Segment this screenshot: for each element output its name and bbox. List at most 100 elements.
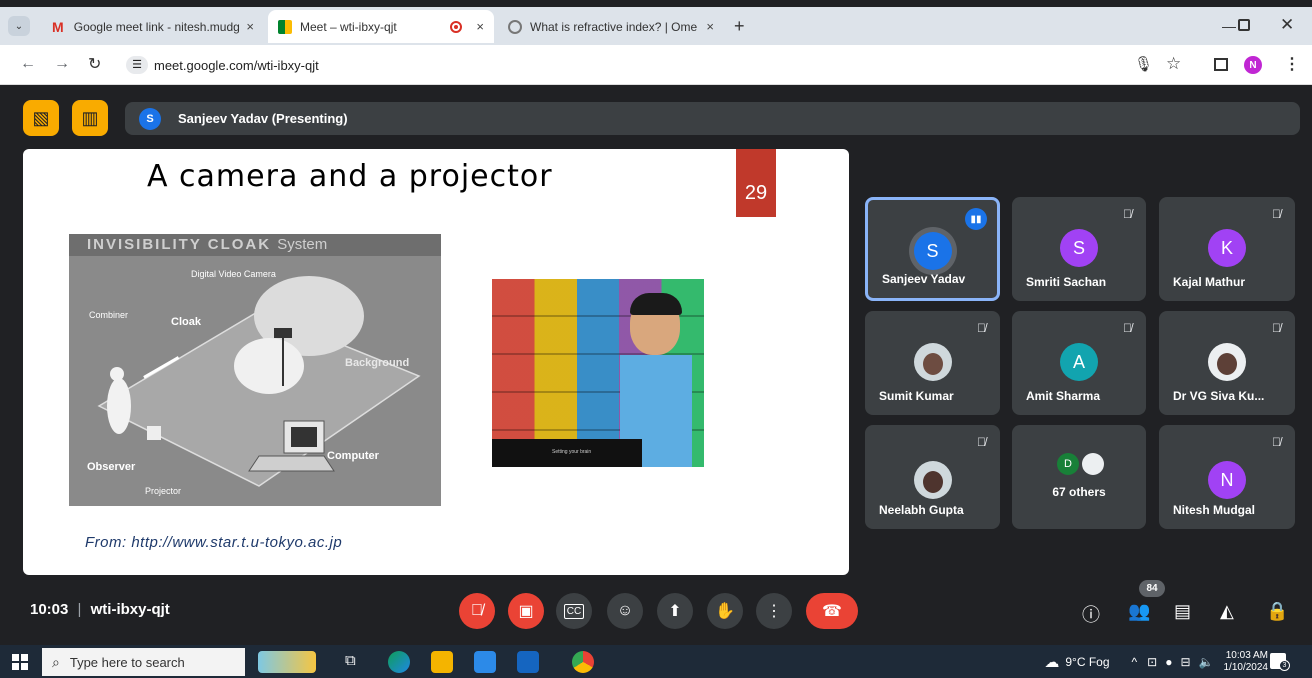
close-tab-icon[interactable]: × xyxy=(246,19,254,34)
restore-icon[interactable] xyxy=(1238,19,1250,31)
notification-icon[interactable]: 3 xyxy=(1270,653,1290,671)
tab-google-meet-link[interactable]: M Google meet link - nitesh.mudg × xyxy=(42,10,264,43)
omega-site-icon xyxy=(508,19,522,34)
close-tab-icon[interactable]: × xyxy=(706,19,714,34)
participant-tile[interactable]: 🎙̸ N Nitesh Mudgal xyxy=(1159,425,1295,529)
profile-avatar[interactable]: N xyxy=(1244,56,1262,74)
bookmark-star-icon[interactable]: ☆ xyxy=(1166,54,1181,74)
hide-presentation-icon[interactable]: ▧ xyxy=(23,100,59,136)
participant-tile[interactable]: ▮▮ S Sanjeev Yadav xyxy=(865,197,1000,301)
back-icon[interactable]: ← xyxy=(20,55,36,73)
participant-name: Amit Sharma xyxy=(1026,389,1101,403)
participant-tile[interactable]: 🎙̸ Sumit Kumar xyxy=(865,311,1000,415)
file-explorer-icon[interactable] xyxy=(431,651,453,673)
mic-off-icon: 🎙̸ xyxy=(1123,207,1132,221)
avatar-photo xyxy=(1082,453,1104,475)
microphone-icon[interactable]: 🎙 xyxy=(1134,55,1153,73)
invisibility-cloak-diagram: INVISIBILITY CLOAK System Digital Video … xyxy=(69,234,441,506)
avatar: N xyxy=(1208,461,1246,499)
more-options-button[interactable]: ⋮ xyxy=(756,593,792,629)
reload-icon[interactable]: ↻ xyxy=(88,54,101,74)
mail-icon[interactable] xyxy=(517,651,539,673)
participant-tile[interactable]: 🎙̸ Neelabh Gupta xyxy=(865,425,1000,529)
mic-toggle-button[interactable]: 🎙̸ xyxy=(459,593,495,629)
meeting-details-icon[interactable]: ⓘ xyxy=(1082,601,1100,627)
tab-meet[interactable]: Meet – wti-ibxy-qjt × xyxy=(268,10,494,43)
activities-icon[interactable]: ◭ xyxy=(1220,601,1234,622)
participant-tile[interactable]: 🎙̸ Dr VG Siva Ku... xyxy=(1159,311,1295,415)
side-panel-icon[interactable] xyxy=(1214,58,1228,71)
tab-search-button[interactable]: ⌄ xyxy=(8,16,30,36)
separator: | xyxy=(77,601,82,618)
avatar-photo xyxy=(913,343,952,381)
photo-caption: Setting your brain xyxy=(552,449,592,455)
search-placeholder: Type here to search xyxy=(69,654,185,670)
windows-start-icon[interactable] xyxy=(12,654,28,670)
minimize-icon[interactable]: — xyxy=(1222,18,1236,34)
store-icon[interactable] xyxy=(474,651,496,673)
presenter-label: Sanjeev Yadav (Presenting) xyxy=(178,111,348,126)
present-button[interactable]: ⬆ xyxy=(657,593,693,629)
layout-icon[interactable]: ▥ xyxy=(72,100,108,136)
others-tile[interactable]: D 67 others xyxy=(1012,425,1146,529)
host-controls-icon[interactable]: 🔒 xyxy=(1266,601,1288,622)
captions-icon: CC xyxy=(563,603,585,619)
tab-title: What is refractive index? | Ome xyxy=(530,19,698,34)
people-icon[interactable]: 👥 xyxy=(1128,601,1150,622)
hand-icon: ✋ xyxy=(715,603,735,620)
more-vert-icon: ⋮ xyxy=(766,603,782,620)
meeting-time: 10:03 xyxy=(30,601,69,618)
taskbar-search-input[interactable]: ⌕ Type here to search xyxy=(42,648,245,676)
captions-button[interactable]: CC xyxy=(556,593,592,629)
close-window-icon[interactable]: ✕ xyxy=(1280,15,1294,35)
reactions-button[interactable]: ☺ xyxy=(607,593,643,629)
volume-icon[interactable]: 🔈 xyxy=(1199,655,1214,669)
url-text: meet.google.com/wti-ibxy-qjt xyxy=(154,58,319,73)
meeting-info: 10:03 | wti-ibxy-qjt xyxy=(30,601,170,618)
participant-tile[interactable]: 🎙̸ K Kajal Mathur xyxy=(1159,197,1295,301)
participant-name: Sanjeev Yadav xyxy=(882,272,966,286)
mic-off-icon: 🎙̸ xyxy=(977,435,986,449)
network-icon[interactable]: ⊟ xyxy=(1180,655,1190,669)
site-info-icon[interactable]: ☰ xyxy=(126,56,148,74)
microphone-tray-icon[interactable]: ● xyxy=(1165,655,1172,669)
label-observer: Observer xyxy=(87,461,136,473)
participant-name: Smriti Sachan xyxy=(1026,275,1107,289)
camera-toggle-button[interactable]: ▣ xyxy=(508,593,544,629)
taskbar-clock[interactable]: 10:03 AM 1/10/2024 xyxy=(1224,650,1269,674)
label-combiner: Combiner xyxy=(89,310,129,320)
label-projector: Projector xyxy=(145,486,182,496)
avatar: K xyxy=(1208,229,1246,267)
browser-tab-bar: ⌄ M Google meet link - nitesh.mudg × Mee… xyxy=(0,7,1312,45)
new-tab-button[interactable]: + xyxy=(734,16,745,37)
presenter-bar: S Sanjeev Yadav (Presenting) xyxy=(125,102,1300,135)
chevron-up-icon[interactable]: ^ xyxy=(1132,655,1138,669)
meet-tray-icon[interactable]: ⊡ xyxy=(1147,655,1157,669)
avatar: S xyxy=(1060,229,1098,267)
forward-icon[interactable]: → xyxy=(54,55,70,73)
participant-tile[interactable]: 🎙̸ A Amit Sharma xyxy=(1012,311,1146,415)
search-icon: ⌕ xyxy=(52,653,60,670)
tab-refractive-index[interactable]: What is refractive index? | Ome × xyxy=(498,10,724,43)
raise-hand-button[interactable]: ✋ xyxy=(707,593,743,629)
menu-icon[interactable]: ⋮ xyxy=(1284,54,1300,74)
chrome-icon[interactable] xyxy=(572,651,594,673)
slide-source: From: http://www.star.t.u-tokyo.ac.jp xyxy=(85,534,343,551)
participant-tile[interactable]: 🎙̸ S Smriti Sachan xyxy=(1012,197,1146,301)
mic-off-icon: 🎙̸ xyxy=(471,602,483,619)
widgets-icon[interactable] xyxy=(258,651,316,673)
windows-taskbar: ⌕ Type here to search ⧉ ☁ 9°C Fog ^ ⊡ ● … xyxy=(0,645,1312,678)
edge-icon[interactable] xyxy=(388,651,410,673)
chat-icon[interactable]: ▤ xyxy=(1174,601,1191,622)
close-tab-icon[interactable]: × xyxy=(476,19,484,34)
task-view-icon[interactable]: ⧉ xyxy=(345,652,356,669)
presenter-avatar: S xyxy=(139,107,161,130)
mic-off-icon: 🎙̸ xyxy=(1272,435,1281,449)
participant-name: Kajal Mathur xyxy=(1173,275,1246,289)
url-input[interactable]: ☰ meet.google.com/wti-ibxy-qjt xyxy=(118,52,518,79)
slide-title: A camera and a projector xyxy=(147,159,553,194)
label-camera: Digital Video Camera xyxy=(191,269,276,279)
emoji-icon: ☺ xyxy=(616,602,634,619)
leave-call-button[interactable]: ☎ xyxy=(806,593,858,629)
weather-text[interactable]: 9°C Fog xyxy=(1065,655,1109,669)
